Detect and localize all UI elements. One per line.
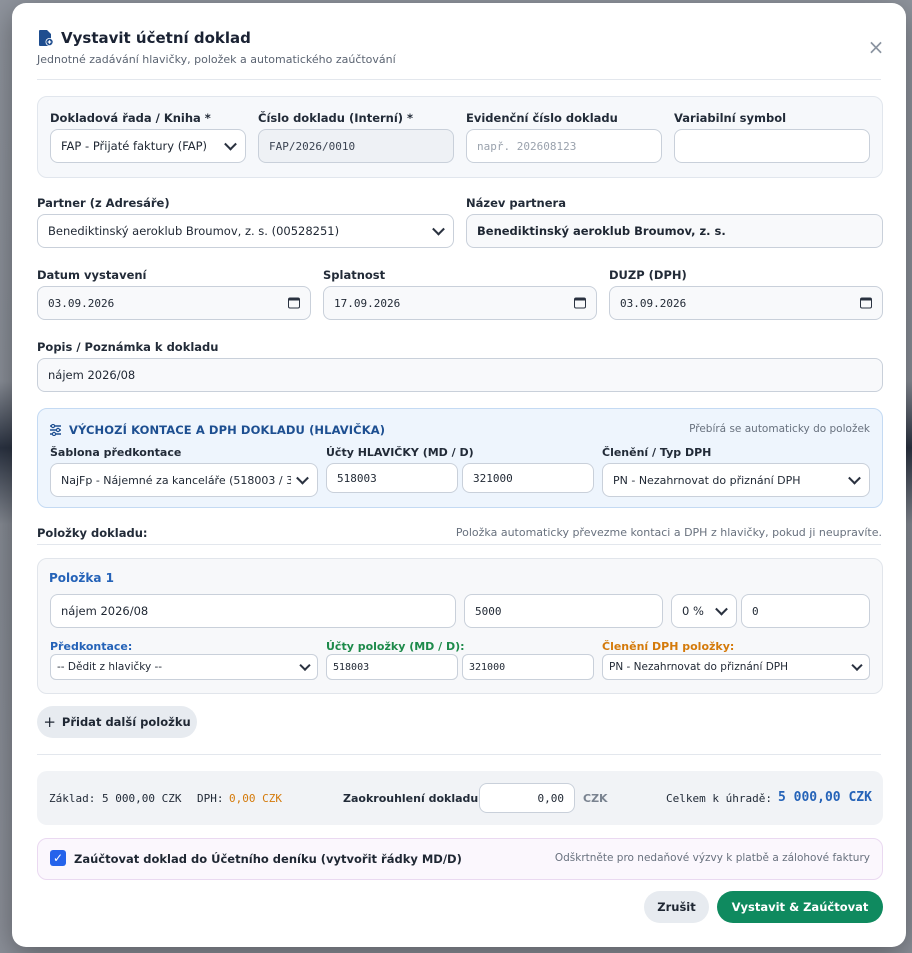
item-predkontace-label: Předkontace: — [50, 640, 133, 653]
series-select[interactable]: FAP - Přijaté faktury (FAP) — [50, 129, 246, 163]
posting-hint: Odškrtněte pro nedaňové výzvy k platbě a… — [554, 852, 870, 864]
note-label: Popis / Poznámka k dokladu — [37, 340, 219, 354]
items-divider — [37, 544, 881, 545]
document-add-icon — [39, 30, 54, 46]
variable-symbol-input[interactable] — [674, 129, 870, 163]
check-icon: ✓ — [52, 851, 64, 865]
dialog-subtitle: Jednotné zadávání hlavičky, položek a au… — [37, 53, 396, 66]
dialog-title: Vystavit účetní doklad — [37, 29, 881, 47]
item-vat-rate-value: 0 % — [682, 604, 704, 618]
vat-sum-value: 0,00 CZK — [229, 792, 282, 805]
rounding-label: Zaokrouhlení dokladu: — [343, 792, 483, 805]
summary-divider — [37, 754, 881, 755]
item-title: Položka 1 — [49, 571, 114, 585]
document-number-field: FAP/2026/0010 — [258, 129, 454, 163]
issue-document-dialog: Vystavit účetní doklad Jednotné zadávání… — [12, 3, 906, 947]
plus-icon: + — [43, 713, 56, 731]
item-amount-input[interactable]: 5000 — [464, 594, 663, 628]
issue-date-value: 03.09.2026 — [48, 296, 115, 310]
items-label: Položky dokladu: — [37, 526, 148, 540]
partner-name-value: Benediktinský aeroklub Broumov, z. s. — [477, 224, 726, 238]
posting-checkbox[interactable]: ✓ — [50, 850, 66, 866]
item-predkontace-value: -- Dědit z hlavičky -- — [57, 661, 163, 673]
item-vat-rate-select[interactable]: 0 % — [671, 594, 737, 628]
close-icon[interactable]: × — [866, 37, 886, 57]
item-amount-value: 5000 — [475, 604, 502, 618]
series-value: FAP - Přijaté faktury (FAP) — [61, 139, 208, 153]
rounding-currency: CZK — [583, 792, 608, 805]
calendar-icon[interactable] — [288, 297, 300, 309]
duzp-date-value: 03.09.2026 — [620, 296, 687, 310]
defaults-hint: Přebírá se automaticky do položek — [689, 423, 870, 435]
partner-name-input[interactable]: Benediktinský aeroklub Broumov, z. s. — [466, 214, 883, 248]
add-item-label: Přidat další položku — [61, 715, 191, 729]
rounding-input[interactable]: 0,00 — [479, 783, 575, 813]
item-vat-amount-input[interactable]: 0 — [741, 594, 870, 628]
item-d-value: 321000 — [469, 661, 506, 673]
total-label: Celkem k úhradě: — [666, 792, 772, 805]
note-input[interactable]: nájem 2026/08 — [37, 358, 883, 392]
template-select[interactable]: NajFp - Nájemné za kanceláře (518003 / 3… — [50, 463, 318, 497]
issue-date-input[interactable]: 03.09.2026 — [37, 286, 311, 320]
series-label: Dokladová řada / Kniha * — [50, 111, 211, 125]
issue-date-label: Datum vystavení — [37, 268, 147, 282]
calendar-icon[interactable] — [860, 297, 872, 309]
item-md-input[interactable]: 518003 — [326, 654, 458, 680]
header-divider — [37, 79, 881, 80]
document-number-value: FAP/2026/0010 — [269, 139, 356, 153]
sliders-icon — [50, 424, 61, 436]
base-value: 5 000,00 CZK — [102, 792, 182, 805]
duzp-date-input[interactable]: 03.09.2026 — [609, 286, 883, 320]
number-label: Číslo dokladu (Interní) * — [258, 111, 414, 125]
item-predkontace-select[interactable]: -- Dědit z hlavičky -- — [50, 654, 318, 680]
total-value: 5 000,00 CZK — [778, 790, 872, 805]
partner-name-label: Název partnera — [466, 196, 566, 210]
duzp-label: DUZP (DPH) — [609, 268, 687, 282]
dialog-title-text: Vystavit účetní doklad — [61, 29, 251, 47]
add-item-button[interactable]: + Přidat další položku — [37, 706, 197, 738]
posting-label[interactable]: Zaúčtovat doklad do Účetního deníku (vyt… — [74, 852, 462, 866]
calendar-icon[interactable] — [574, 297, 586, 309]
vat-type-value: PN - Nezahrnovat do přiznání DPH — [613, 473, 801, 487]
evid-label: Evidenční číslo dokladu — [466, 111, 618, 125]
due-date-value: 17.09.2026 — [334, 296, 401, 310]
item-desc-input[interactable]: nájem 2026/08 — [50, 594, 456, 628]
note-value: nájem 2026/08 — [48, 368, 136, 382]
template-value: NajFp - Nájemné za kanceláře (518003 / 3… — [61, 473, 291, 487]
header-md-input[interactable]: 518003 — [326, 463, 458, 493]
item-d-input[interactable]: 321000 — [462, 654, 594, 680]
defaults-heading-text: VÝCHOZÍ KONTACE A DPH DOKLADU (HLAVIČKA) — [69, 423, 386, 437]
item-vat-amount-value: 0 — [752, 604, 759, 618]
vat-type-label: Členění / Typ DPH — [602, 446, 712, 459]
dialog-header: Vystavit účetní doklad Jednotné zadávání… — [37, 29, 881, 66]
partner-select[interactable]: Benediktinský aeroklub Broumov, z. s. (0… — [37, 214, 454, 248]
submit-button[interactable]: Vystavit & Zaúčtovat — [717, 891, 883, 923]
vat-sum-label: DPH: — [197, 792, 224, 805]
evid-number-input[interactable]: např. 202608123 — [466, 129, 662, 163]
defaults-heading: VÝCHOZÍ KONTACE A DPH DOKLADU (HLAVIČKA) — [49, 423, 385, 437]
vat-type-select[interactable]: PN - Nezahrnovat do přiznání DPH — [602, 463, 870, 497]
header-d-value: 321000 — [473, 471, 513, 485]
item-desc-value: nájem 2026/08 — [61, 604, 149, 618]
partner-select-label: Partner (z Adresáře) — [37, 196, 170, 210]
item-md-value: 518003 — [333, 661, 370, 673]
rounding-value: 0,00 — [537, 791, 565, 805]
item-vat-value: PN - Nezahrnovat do přiznání DPH — [609, 661, 789, 673]
header-accounts-label: Účty HLAVIČKY (MD / D) — [326, 446, 474, 459]
cancel-button[interactable]: Zrušit — [644, 891, 709, 923]
partner-select-value: Benediktinský aeroklub Broumov, z. s. (0… — [48, 224, 340, 238]
due-date-input[interactable]: 17.09.2026 — [323, 286, 597, 320]
item-accounts-label: Účty položky (MD / D): — [326, 640, 465, 653]
vs-label: Variabilní symbol — [674, 111, 787, 125]
due-date-label: Splatnost — [323, 268, 386, 282]
evid-placeholder: např. 202608123 — [477, 139, 577, 153]
header-md-value: 518003 — [337, 471, 377, 485]
base-label: Základ: — [49, 792, 96, 805]
item-vat-select[interactable]: PN - Nezahrnovat do přiznání DPH — [602, 654, 870, 680]
header-d-input[interactable]: 321000 — [462, 463, 594, 493]
items-hint: Položka automaticky převezme kontaci a D… — [455, 526, 882, 539]
template-label: Šablona předkontace — [50, 446, 182, 459]
item-vat-label: Členění DPH položky: — [602, 640, 735, 653]
